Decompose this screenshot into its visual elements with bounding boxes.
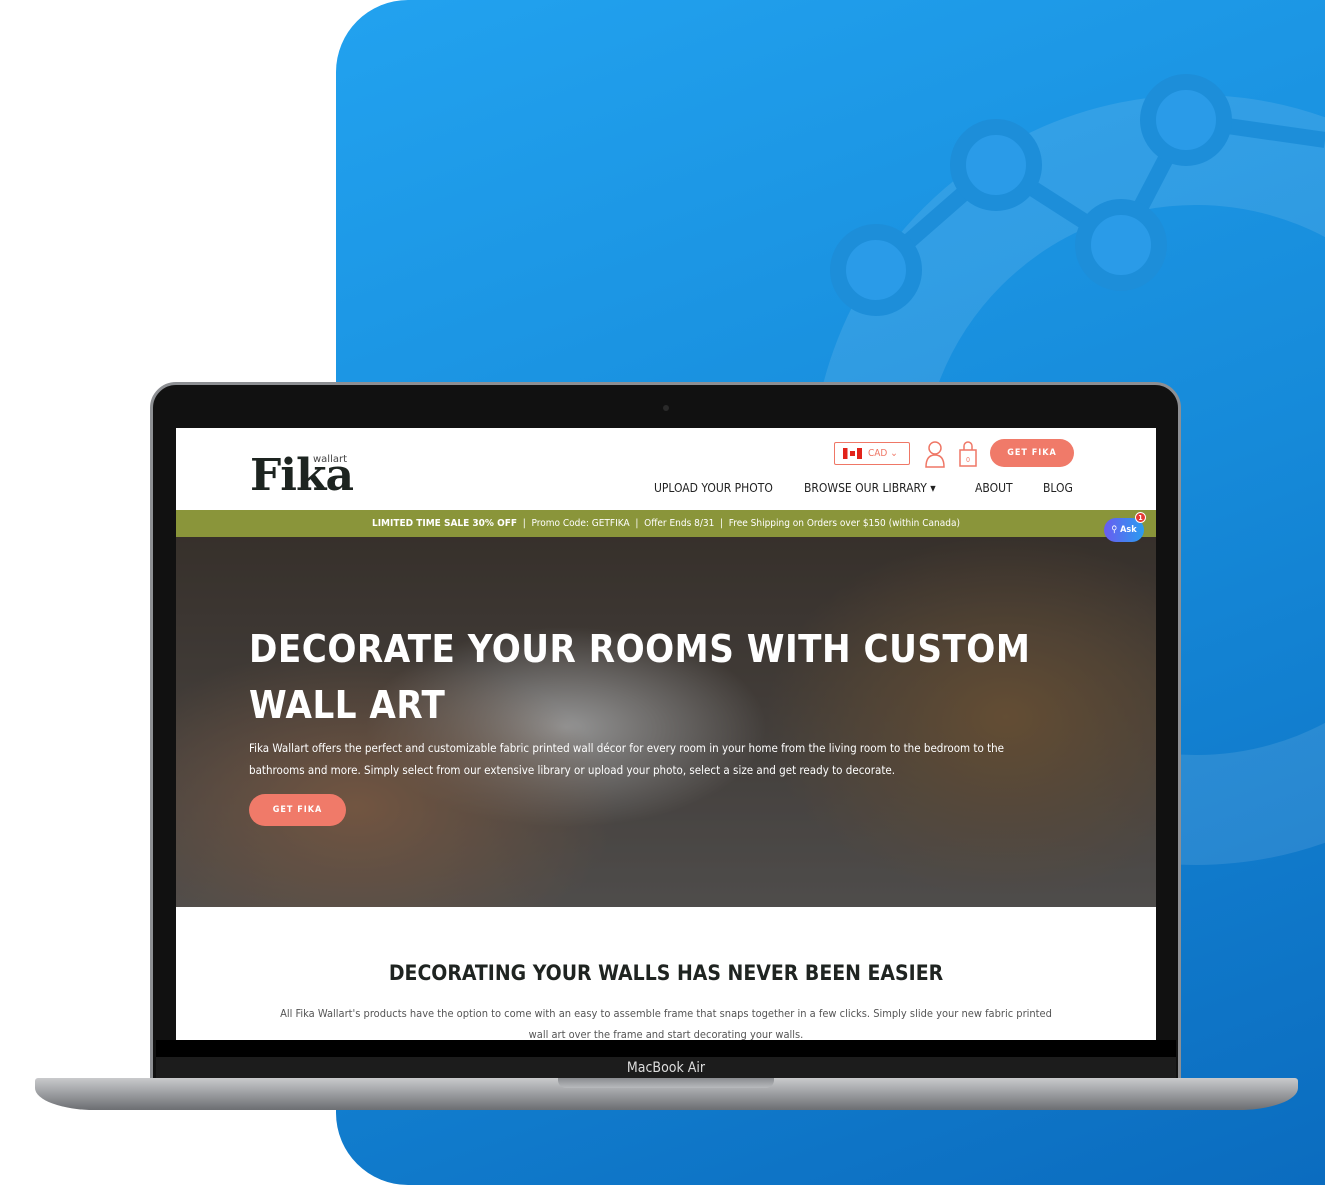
easy-section: DECORATING YOUR WALLS HAS NEVER BEEN EAS… (176, 907, 1156, 1040)
site-logo[interactable]: Fika wallart (250, 450, 354, 501)
get-fika-header-button[interactable]: GET FIKA (990, 439, 1074, 467)
hero-text: Fika Wallart offers the perfect and cust… (249, 741, 1005, 777)
nav-upload-photo[interactable]: UPLOAD YOUR PHOTO (654, 481, 773, 495)
search-icon: ⚲ (1111, 525, 1118, 535)
caret-down-icon: ▾ (930, 481, 936, 495)
nav-about[interactable]: ABOUT (975, 481, 1013, 495)
get-fika-hero-button[interactable]: GET FIKA (249, 794, 346, 826)
currency-selector[interactable]: CAD ⌄ (834, 442, 910, 465)
nav-blog[interactable]: BLOG (1043, 481, 1073, 495)
section-title: DECORATING YOUR WALLS HAS NEVER BEEN EAS… (388, 961, 944, 985)
promo-bar: LIMITED TIME SALE 30% OFF | Promo Code: … (176, 510, 1156, 537)
device-label: MacBook Air (156, 1057, 1176, 1079)
account-icon[interactable] (924, 440, 946, 468)
svg-text:0: 0 (966, 456, 970, 464)
notification-badge: 1 (1135, 512, 1146, 523)
nav-browse-library[interactable]: BROWSE OUR LIBRARY ▾ (804, 481, 936, 495)
site-header: Fika wallart CAD ⌄ 0 GET FIKA UPLOAD YOUR… (176, 428, 1156, 510)
hero-title: DECORATE YOUR ROOMS WITH CUSTOM WALL ART (249, 627, 1031, 727)
section-text: All Fika Wallart's products have the opt… (280, 1007, 1052, 1040)
laptop-screen: Fika wallart CAD ⌄ 0 GET FIKA UPLOAD YOUR… (176, 428, 1156, 1040)
ask-chat-button[interactable]: ⚲ Ask 1 (1104, 512, 1146, 542)
cart-icon[interactable]: 0 (959, 440, 977, 468)
laptop-hinge-notch (558, 1078, 774, 1088)
canada-flag-icon (843, 448, 862, 459)
camera-icon (663, 405, 669, 411)
hero-section: DECORATE YOUR ROOMS WITH CUSTOM WALL ART… (176, 537, 1156, 907)
